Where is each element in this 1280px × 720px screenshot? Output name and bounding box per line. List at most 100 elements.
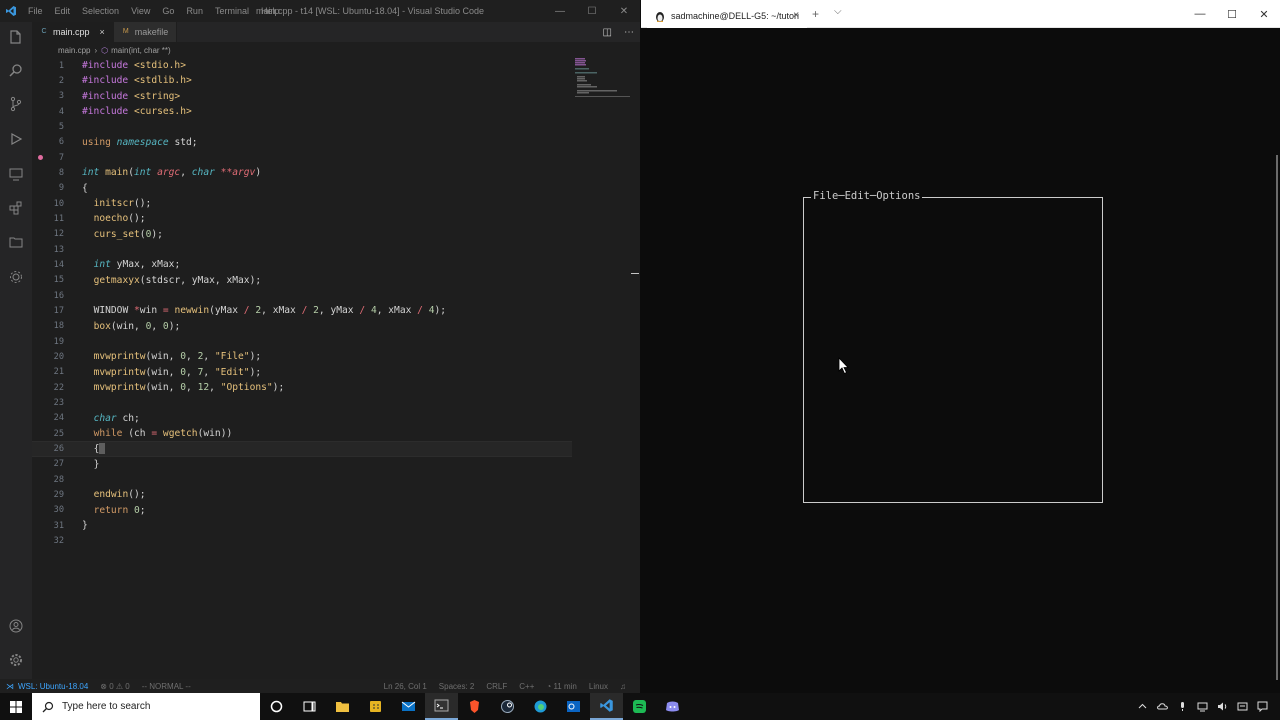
code-line[interactable]: 27 } [32,457,572,472]
code-line[interactable]: 6 using namespace std; [32,135,572,150]
steam-icon[interactable] [491,693,524,720]
chevron-up-icon[interactable] [1137,701,1148,712]
code-line[interactable]: 23 [32,395,572,410]
code-line[interactable]: 19 [32,334,572,349]
minimap[interactable] [575,58,630,98]
ime-icon[interactable] [1237,701,1248,712]
time-tracker[interactable]: ◔ 11 min [540,682,582,691]
menu-selection[interactable]: Selection [76,6,125,16]
code-line[interactable]: 8 int main(int argc, char **argv) [32,165,572,180]
outlook-icon[interactable] [557,693,590,720]
calculator-icon[interactable] [359,693,392,720]
settings-sync-icon[interactable] [0,262,32,292]
maximize-icon[interactable]: ☐ [576,0,608,22]
close-icon[interactable]: ✕ [1248,0,1280,28]
language-mode[interactable]: C++ [513,682,540,691]
code-line[interactable]: 17 WINDOW *win = newwin(yMax / 2, xMax /… [32,303,572,318]
new-tab-plus-icon[interactable]: + [812,7,819,21]
code-line[interactable]: 10 initscr(); [32,196,572,211]
code-line[interactable]: 5 [32,119,572,134]
taskbar-search-input[interactable]: Type here to search [32,693,260,720]
code-line[interactable]: 32 [32,533,572,548]
cursor-position[interactable]: Ln 26, Col 1 [378,682,433,691]
code-line[interactable]: 30 return 0; [32,503,572,518]
vscode-taskbar-icon[interactable] [590,693,623,720]
menu-view[interactable]: View [125,6,156,16]
tab-close-icon[interactable]: × [100,27,105,37]
code-line[interactable]: 16 [32,288,572,303]
code-line[interactable]: 26 { [32,441,572,457]
code-line[interactable]: 9{ [32,181,572,196]
network-icon[interactable] [1197,701,1208,712]
indentation[interactable]: Spaces: 2 [433,682,481,691]
minimize-icon[interactable]: — [1184,0,1216,28]
menu-file[interactable]: File [22,6,49,16]
edge-browser-icon[interactable] [524,693,557,720]
code-line[interactable]: 2 #include <stdlib.h> [32,73,572,88]
maximize-icon[interactable]: ☐ [1216,0,1248,28]
source-control-icon[interactable] [0,89,32,119]
windows-terminal-icon[interactable] [425,693,458,720]
notification-center-icon[interactable] [1257,701,1268,712]
menu-run[interactable]: Run [180,6,209,16]
code-line[interactable]: 3 #include <string> [32,89,572,104]
problems-count[interactable]: ⊗ 0 ⚠ 0 [94,682,135,691]
file-explorer-icon[interactable] [326,693,359,720]
notifications-bell-icon[interactable]: ♫ [614,682,632,691]
brave-browser-icon[interactable] [458,693,491,720]
search-icon[interactable] [0,55,32,85]
code-line[interactable]: 12 curs_set(0); [32,227,572,242]
explorer-icon[interactable] [0,22,32,52]
vscode-logo-icon[interactable] [0,0,22,22]
task-view-icon[interactable] [293,693,326,720]
code-editor[interactable]: 1 #include <stdio.h> 2 #include <stdlib.h> 3… [32,58,640,679]
breadcrumb-symbol[interactable]: main(int, char **) [111,46,171,55]
terminal-scrollbar[interactable] [1276,155,1278,680]
cloud-icon[interactable] [1157,701,1168,712]
minimize-icon[interactable]: — [544,0,576,22]
folder-icon[interactable] [0,227,32,257]
code-line[interactable]: 24 char ch; [32,411,572,426]
code-line[interactable]: 21 mvwprintw(win, 0, 7, "Edit"); [32,365,572,380]
mail-icon[interactable] [392,693,425,720]
chevron-down-icon[interactable]: ⌵ [834,6,842,17]
code-line[interactable]: 18 box(win, 0, 0); [32,319,572,334]
manage-gear-icon[interactable] [0,645,32,675]
code-line[interactable]: 11 noecho(); [32,211,572,226]
spotify-icon[interactable] [623,693,656,720]
close-icon[interactable]: ✕ [608,0,640,22]
tab-close-icon[interactable]: × [793,10,799,21]
code-line[interactable]: 15 getmaxyx(stdscr, yMax, xMax); [32,273,572,288]
tab-makefile[interactable]: M makefile [113,22,178,42]
tab-main-cpp[interactable]: C main.cpp × [32,22,114,42]
scrollbar-marker[interactable] [631,273,639,274]
code-line[interactable]: 20 mvwprintw(win, 0, 2, "File"); [32,349,572,364]
code-line[interactable]: 22 mvwprintw(win, 0, 12, "Options"); [32,380,572,395]
terminal-tab[interactable]: sadmachine@DELL-G5: ~/tutori × [647,3,807,28]
windows-start-icon[interactable] [0,693,32,720]
code-line[interactable]: 7 [32,150,572,165]
code-line[interactable]: 4 #include <curses.h> [32,104,572,119]
discord-icon[interactable] [656,693,689,720]
line-ending[interactable]: CRLF [480,682,513,691]
extensions-icon[interactable] [0,193,32,223]
volume-icon[interactable] [1217,701,1228,712]
code-line[interactable]: 14 int yMax, xMax; [32,257,572,272]
microphone-icon[interactable] [1177,701,1188,712]
code-line[interactable]: 13 [32,242,572,257]
remote-indicator[interactable]: ⋊ WSL: Ubuntu-18.04 [0,679,94,693]
menu-go[interactable]: Go [156,6,180,16]
code-line[interactable]: 1 #include <stdio.h> [32,58,572,73]
remote-explorer-icon[interactable] [0,159,32,189]
code-line[interactable]: 29 endwin(); [32,487,572,502]
run-debug-icon[interactable] [0,124,32,154]
code-line[interactable]: 25 while (ch = wgetch(win)) [32,426,572,441]
breadcrumb-file[interactable]: main.cpp [58,46,90,55]
menu-edit[interactable]: Edit [49,6,77,16]
accounts-icon[interactable] [0,611,32,641]
os-indicator[interactable]: Linux [583,682,614,691]
split-editor-icon[interactable]: ◫ [603,27,612,38]
more-actions-icon[interactable]: ⋯ [624,27,634,38]
code-line[interactable]: 28 [32,472,572,487]
cortana-icon[interactable] [260,693,293,720]
